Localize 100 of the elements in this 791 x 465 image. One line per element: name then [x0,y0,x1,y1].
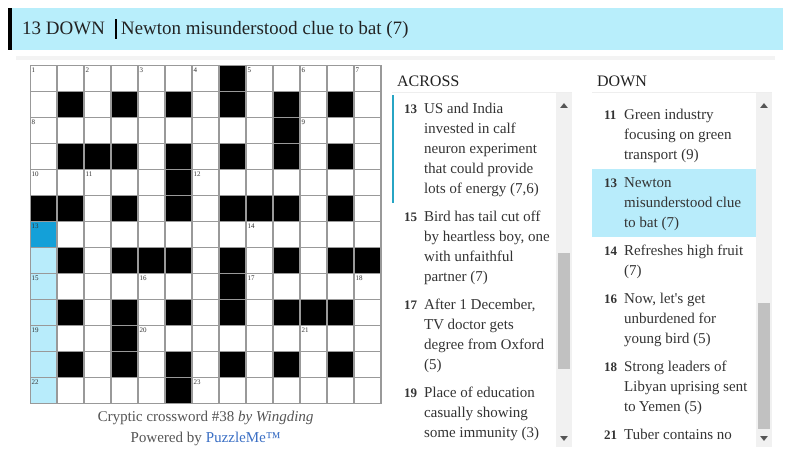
grid-cell[interactable] [138,196,164,221]
grid-cell[interactable] [58,170,82,195]
grid-cell[interactable] [166,66,190,91]
scroll-up-icon[interactable] [560,103,568,108]
grid-cell[interactable] [58,274,82,299]
grid-cell[interactable] [354,378,380,403]
grid-cell[interactable] [84,352,110,377]
grid-cell[interactable] [166,274,190,299]
grid-cell[interactable] [354,144,380,169]
grid-cell[interactable] [246,144,272,169]
grid-cell[interactable] [246,300,272,325]
grid-cell[interactable] [138,144,164,169]
grid-cell[interactable] [58,66,82,91]
grid-cell[interactable] [246,118,272,143]
grid-cell[interactable] [58,118,82,143]
grid-cell[interactable] [328,378,352,403]
grid-cell[interactable] [112,222,136,247]
grid-cell[interactable] [192,92,218,117]
grid-cell[interactable] [354,300,380,325]
grid-cell[interactable] [192,326,218,351]
grid-cell[interactable] [138,170,164,195]
grid-cell[interactable] [166,326,190,351]
grid-cell[interactable] [138,118,164,143]
grid-cell[interactable] [300,352,326,377]
grid-cell[interactable] [30,144,56,169]
grid-cell[interactable] [328,326,352,351]
grid-cell[interactable] [84,196,110,221]
grid-cell[interactable] [220,118,244,143]
grid-cell[interactable] [84,300,110,325]
grid-cell[interactable] [58,222,82,247]
grid-cell[interactable] [328,222,352,247]
grid-cell[interactable] [166,118,190,143]
grid-cell[interactable] [84,274,110,299]
scroll-down-icon[interactable] [560,436,568,441]
grid-cell[interactable] [138,300,164,325]
grid-cell[interactable] [192,118,218,143]
grid-cell[interactable] [192,222,218,247]
grid-cell[interactable] [246,326,272,351]
grid-cell[interactable] [328,118,352,143]
grid-cell[interactable] [192,248,218,273]
grid-cell[interactable] [112,118,136,143]
grid-cell[interactable] [274,378,298,403]
grid-cell[interactable] [328,274,352,299]
grid-cell[interactable] [246,248,272,273]
grid-cell[interactable] [354,352,380,377]
scroll-down-icon[interactable] [760,436,768,441]
scrollbar-thumb[interactable] [758,303,770,429]
grid-cell[interactable] [354,170,380,195]
grid-cell[interactable] [274,66,298,91]
grid-cell[interactable] [354,222,380,247]
grid-cell[interactable] [112,66,136,91]
grid-cell[interactable] [58,378,82,403]
grid-cell[interactable] [246,352,272,377]
grid-cell[interactable] [274,274,298,299]
grid-cell[interactable] [84,378,110,403]
grid-cell[interactable] [246,378,272,403]
grid-cell[interactable] [300,222,326,247]
grid-cell[interactable] [84,92,110,117]
grid-cell[interactable] [166,222,190,247]
grid-cell[interactable] [30,248,56,273]
grid-cell[interactable] [246,92,272,117]
grid-cell[interactable] [220,378,244,403]
grid-cell[interactable] [58,326,82,351]
grid-cell[interactable] [192,352,218,377]
grid-cell[interactable] [192,300,218,325]
grid-cell[interactable] [84,248,110,273]
grid-cell[interactable] [84,118,110,143]
grid-cell[interactable] [354,92,380,117]
grid-cell[interactable] [274,326,298,351]
grid-cell[interactable] [300,248,326,273]
grid-cell[interactable] [300,274,326,299]
clue-item[interactable]: 13 Newton misunderstood clue to bat (7) [592,169,756,237]
grid-cell[interactable] [112,274,136,299]
grid-cell[interactable] [30,92,56,117]
grid-cell[interactable] [274,222,298,247]
grid-cell[interactable] [328,66,352,91]
grid-cell[interactable] [354,118,380,143]
grid-cell[interactable] [300,144,326,169]
puzzleme-link[interactable]: PuzzleMe™ [206,428,280,449]
grid-cell[interactable] [300,378,326,403]
grid-cell[interactable] [30,300,56,325]
scrollbar[interactable] [756,93,772,447]
grid-cell[interactable] [220,326,244,351]
grid-cell[interactable] [138,378,164,403]
grid-cell[interactable] [192,144,218,169]
grid-cell[interactable] [274,170,298,195]
grid-cell[interactable] [246,170,272,195]
grid-cell[interactable] [84,326,110,351]
scrollbar[interactable] [556,93,572,447]
scrollbar-thumb[interactable] [558,253,570,369]
grid-cell[interactable] [112,378,136,403]
grid-cell[interactable] [300,196,326,221]
grid-cell[interactable] [220,170,244,195]
grid-cell[interactable] [30,352,56,377]
grid-cell[interactable] [354,326,380,351]
grid-cell[interactable] [138,222,164,247]
grid-cell[interactable] [138,92,164,117]
grid-cell[interactable] [138,352,164,377]
grid-cell[interactable] [192,196,218,221]
grid-cell[interactable] [354,196,380,221]
